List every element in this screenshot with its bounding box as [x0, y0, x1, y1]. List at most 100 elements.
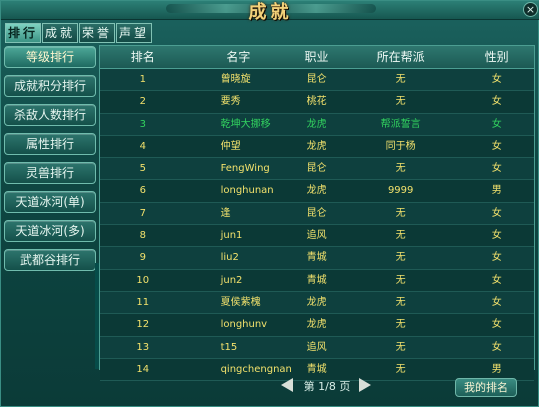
cell-guild: 无 [395, 296, 406, 308]
cell-gender: 女 [491, 207, 502, 219]
cell-name: 要秀 [220, 96, 241, 108]
cell-name: liu2 [220, 252, 239, 264]
table-row[interactable]: 13 t15 追风 无 女 [100, 336, 534, 359]
cell-gender: 男 [491, 363, 502, 375]
cell-job: 桃花 [306, 96, 327, 108]
cell-name: 夏侯紫槐 [220, 296, 261, 308]
cell-name: longhunan [220, 185, 274, 197]
cell-job: 昆仑 [306, 163, 327, 175]
window-title-bar: 成就 × [1, 1, 539, 23]
cell-guild: 无 [395, 363, 406, 375]
cell-gender: 女 [491, 230, 502, 242]
next-page-button[interactable] [359, 378, 371, 392]
window-title: 成就 [248, 2, 293, 23]
table-row[interactable]: 9 liu2 青城 无 女 [100, 247, 534, 270]
cell-job: 青城 [306, 252, 327, 264]
cell-name: jun1 [220, 230, 243, 242]
table-row[interactable]: 10 jun2 青城 无 女 [100, 269, 534, 292]
cell-guild: 无 [395, 319, 406, 331]
cell-name: jun2 [220, 274, 243, 286]
cell-rank: 5 [139, 163, 146, 175]
cell-job: 青城 [306, 274, 327, 286]
ranking-sidebar: 等级排行 成就积分排行 杀敌人数排行 属性排行 灵兽排行 天道冰河(单) 天道冰… [4, 46, 96, 278]
cell-guild: 无 [395, 230, 406, 242]
tab-reputation[interactable]: 声望 [116, 23, 153, 43]
table-row[interactable]: 12 longhunv 龙虎 无 女 [100, 314, 534, 337]
cell-rank: 7 [139, 207, 146, 219]
table-row[interactable]: 1 曾晓旋 昆仑 无 女 [100, 69, 534, 92]
cell-gender: 女 [491, 74, 502, 85]
cell-name: longhunv [220, 319, 268, 331]
cell-guild: 9999 [387, 185, 414, 197]
cell-job: 龙虎 [306, 140, 327, 152]
my-rank-button[interactable]: 我的排名 [455, 378, 517, 397]
cell-job: 青城 [306, 363, 327, 375]
cell-rank: 14 [136, 363, 150, 375]
cell-rank: 12 [136, 319, 150, 331]
table-row[interactable]: 11 夏侯紫槐 龙虎 无 女 [100, 291, 534, 315]
cell-guild: 无 [395, 274, 406, 286]
tab-ranking[interactable]: 排行 [5, 23, 42, 43]
cell-rank: 8 [139, 230, 146, 242]
cell-job: 追风 [306, 230, 327, 242]
cell-job: 昆仑 [306, 207, 327, 219]
cell-guild: 帮派誓言 [380, 118, 421, 130]
table-row[interactable]: 3 乾坤大挪移 龙虎 帮派誓言 女 [100, 113, 534, 136]
cell-job: 龙虎 [306, 118, 327, 130]
cell-rank: 4 [139, 140, 146, 152]
cell-rank: 10 [136, 274, 150, 286]
cell-name: FengWing [220, 163, 270, 175]
cell-rank: 1 [139, 74, 146, 85]
column-rank: 排名 [130, 50, 155, 64]
cell-guild: 无 [395, 207, 406, 219]
sidebar-item-achievement-points[interactable]: 成就积分排行 [4, 75, 96, 97]
cell-name: 仲望 [220, 140, 241, 152]
table-row[interactable]: 4 仲望 龙虎 同于杨 女 [100, 135, 534, 159]
cell-gender: 女 [491, 96, 502, 108]
cell-rank: 9 [139, 252, 146, 264]
cell-name: 曾晓旋 [220, 74, 251, 85]
sidebar-item-level-ranking[interactable]: 等级排行 [4, 46, 96, 68]
cell-job: 昆仑 [306, 74, 327, 85]
close-icon: × [525, 3, 536, 16]
cell-job: 龙虎 [306, 296, 327, 308]
column-name: 名字 [226, 50, 251, 64]
table-row[interactable]: 5 FengWing 昆仑 无 女 [100, 158, 534, 181]
table-body: 1 曾晓旋 昆仑无女 2 要秀 桃花无女 3 乾坤大挪移 龙虎 帮派誓言女 4 仲望 龙虎 同于杨女 5 Fe… [100, 69, 534, 382]
tab-achievement[interactable]: 成就 [42, 23, 79, 43]
cell-rank: 2 [139, 96, 146, 108]
cell-guild: 无 [395, 96, 406, 108]
tab-honor[interactable]: 荣誉 [79, 23, 116, 43]
cell-gender: 女 [491, 274, 502, 286]
cell-guild: 无 [395, 74, 406, 85]
sidebar-item-ice-river-multi[interactable]: 天道冰河(多) [4, 220, 96, 242]
cell-guild: 无 [395, 341, 406, 353]
main-tabs: 排行 成就 荣誉 声望 [5, 23, 153, 43]
close-button[interactable]: × [523, 2, 538, 17]
cell-guild: 同于杨 [385, 140, 416, 152]
cell-job: 龙虎 [306, 319, 327, 331]
cell-guild: 无 [395, 163, 406, 175]
sidebar-item-wudu-valley[interactable]: 武都谷排行 [4, 249, 96, 271]
sidebar-item-kills[interactable]: 杀敌人数排行 [4, 104, 96, 126]
table-row[interactable]: 7 逢 昆仑 无 女 [100, 202, 534, 226]
sidebar-item-spirit-beast[interactable]: 灵兽排行 [4, 162, 96, 184]
cell-name: t15 [220, 341, 238, 353]
cell-job: 龙虎 [306, 185, 327, 197]
table-row[interactable]: 2 要秀 桃花 无 女 [100, 91, 534, 114]
column-gender: 性别 [484, 50, 509, 64]
cell-gender: 女 [491, 341, 502, 353]
cell-name: qingchengnan [220, 363, 292, 375]
column-guild: 所在帮派 [376, 50, 425, 64]
table-row[interactable]: 6 longhunan 龙虎 9999 男 [100, 180, 534, 203]
cell-rank: 11 [136, 296, 150, 308]
table-row[interactable]: 8 jun1 追风 无 女 [100, 225, 534, 248]
sidebar-item-attributes[interactable]: 属性排行 [4, 133, 96, 155]
cell-name: 乾坤大挪移 [220, 118, 271, 130]
sidebar-item-ice-river-single[interactable]: 天道冰河(单) [4, 191, 96, 213]
cell-guild: 无 [395, 252, 406, 264]
cell-job: 追风 [306, 341, 327, 353]
ranking-table: 排名 名字 职业 所在帮派 性别 1 曾晓旋 昆仑无女 2 要秀 桃花无女 3 乾坤大挪移 龙虎… [99, 45, 535, 382]
column-job: 职业 [304, 50, 329, 64]
cell-gender: 女 [491, 140, 502, 152]
